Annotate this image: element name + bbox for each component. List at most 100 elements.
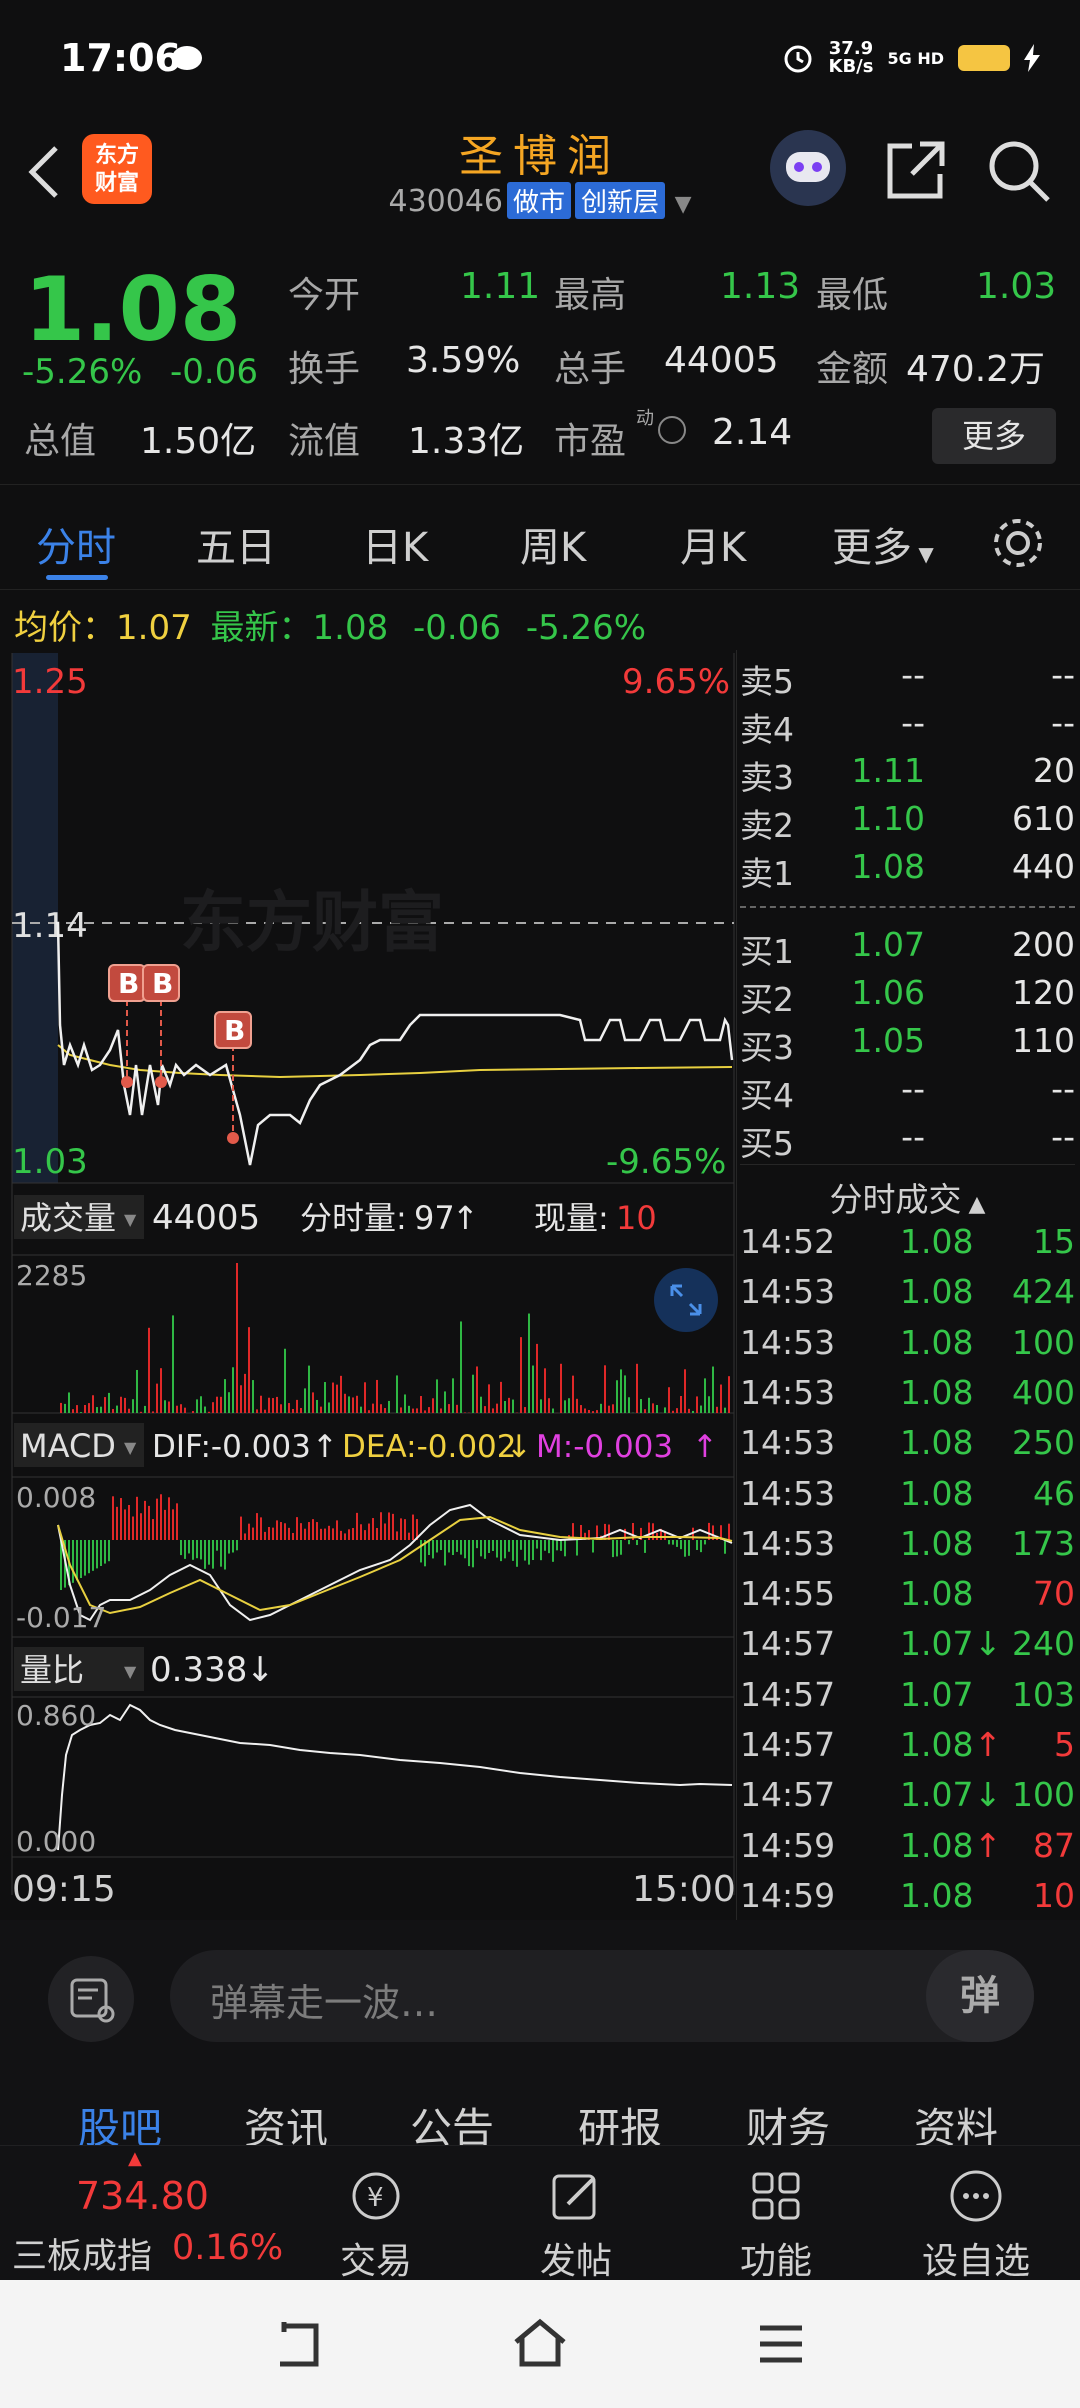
settings-gear-icon[interactable] (990, 515, 1046, 571)
edit-post-icon (552, 2174, 596, 2220)
macd-bar (308, 1522, 310, 1540)
volume-bar (64, 1403, 66, 1413)
macd-bar (164, 1509, 166, 1540)
tick-row: 14:53 1.08 400 (740, 1373, 1075, 1423)
status-time: 17:06 (60, 36, 181, 80)
macd-bar (180, 1540, 182, 1556)
svg-text:B: B (118, 967, 139, 1000)
bid-row[interactable]: 买2 1.06 120 (740, 973, 1075, 1019)
ask-row[interactable]: 卖5 -- -- (740, 655, 1075, 701)
bid-row[interactable]: 买5 -- -- (740, 1117, 1075, 1163)
buy-marker[interactable]: B (108, 964, 146, 1002)
volume-bar (176, 1405, 178, 1413)
tick-time: 14:53 (740, 1272, 836, 1312)
ask-row[interactable]: 卖4 -- -- (740, 703, 1075, 749)
tab-intraday[interactable]: 分时 (36, 515, 116, 573)
nav-trade[interactable]: ¥ 交易 (306, 2146, 446, 2282)
system-home-icon[interactable] (510, 2316, 570, 2370)
book-price: 1.10 (851, 799, 925, 838)
volume-bar (524, 1407, 526, 1413)
macd-bar (316, 1522, 318, 1540)
grid-functions-icon (752, 2172, 800, 2220)
macd-bar (380, 1512, 382, 1540)
dropdown-icon[interactable]: ▼ (675, 192, 692, 217)
tick-row: 14:57 1.07 ↓ 240 (740, 1624, 1075, 1674)
volume-bar (644, 1409, 646, 1413)
macd-bar (252, 1527, 254, 1540)
book-level-label: 卖3 (740, 758, 794, 797)
book-volume: 120 (1012, 973, 1075, 1012)
macd-bar (396, 1531, 398, 1540)
amount-label: 金额 (816, 349, 889, 390)
tab-monthly-k[interactable]: 月K (680, 515, 746, 573)
macd-bar (484, 1540, 486, 1559)
ask-row[interactable]: 卖3 1.11 20 (740, 751, 1075, 797)
macd-bar (576, 1540, 578, 1556)
assistant-robot-icon[interactable] (770, 130, 846, 206)
intraday-chart[interactable]: 东方财富 1.25 9.65% 1.14 1.03 -9.65% B B B 成… (0, 645, 735, 1920)
volume-bar (500, 1381, 502, 1413)
note-settings-icon[interactable] (48, 1956, 134, 2042)
tick-price: 1.08 (900, 1574, 974, 1614)
share-icon[interactable] (884, 138, 948, 202)
ticks-header[interactable]: 分时成交 ▲ (740, 1164, 1075, 1219)
bid-row[interactable]: 买3 1.05 110 (740, 1021, 1075, 1067)
ratio-value: 0.338 (150, 1650, 247, 1690)
tick-price: 1.07 (900, 1624, 974, 1664)
bid-row[interactable]: 买4 -- -- (740, 1069, 1075, 1115)
tick-price: 1.08 (900, 1272, 974, 1312)
book-volume: -- (1051, 703, 1075, 742)
svg-text:↑: ↑ (452, 1199, 479, 1237)
volume-bar (324, 1382, 326, 1413)
ask-row[interactable]: 卖2 1.10 610 (740, 799, 1075, 845)
volume-bar (192, 1411, 194, 1413)
nav-add-watchlist[interactable]: 设自选 (906, 2146, 1046, 2282)
book-level-label: 卖1 (740, 854, 794, 893)
volume-bar (512, 1399, 514, 1413)
tick-volume: 240 (1012, 1624, 1075, 1664)
book-volume: 20 (1033, 751, 1075, 790)
macd-bar (672, 1540, 674, 1545)
tab-5day[interactable]: 五日 (196, 515, 276, 573)
svg-text:¥: ¥ (367, 2183, 384, 2213)
open-value: 1.11 (460, 266, 541, 307)
volume-bar (320, 1406, 322, 1413)
low-label: 最低 (816, 275, 889, 316)
danmu-toggle-button[interactable]: 弹 (926, 1950, 1034, 2042)
expand-chart-icon[interactable] (654, 1268, 718, 1332)
tab-daily-k[interactable]: 日K (362, 515, 428, 573)
status-bar: 17:06 37.9 KB/s 5G HD (0, 0, 1080, 120)
danmu-input[interactable]: 弹幕走一波… 弹 (170, 1950, 1034, 2042)
nav-post[interactable]: 发帖 (506, 2146, 646, 2282)
bid-row[interactable]: 买1 1.07 200 (740, 925, 1075, 971)
macd-dea: DEA:-0.002 (342, 1429, 517, 1465)
search-icon[interactable] (986, 138, 1052, 204)
system-menu-icon[interactable] (756, 2322, 806, 2366)
volume-bar (688, 1408, 690, 1413)
index-ticker[interactable]: ▲ 734.80 三板成指 0.16% (0, 2146, 300, 2281)
more-button[interactable]: 更多 (932, 408, 1056, 464)
charging-icon (1024, 44, 1040, 72)
macd-bar (320, 1528, 322, 1540)
volume-bar (576, 1398, 578, 1413)
mktcap-label: 总值 (24, 421, 97, 462)
volume-bar (708, 1396, 710, 1413)
tick-row: 14:53 1.08 250 (740, 1423, 1075, 1473)
volume-bar (288, 1403, 290, 1413)
buy-marker[interactable]: B (214, 1011, 252, 1049)
system-back-icon[interactable] (270, 2320, 324, 2370)
volume-bar (700, 1405, 702, 1413)
ask-row[interactable]: 卖1 1.08 440 (740, 847, 1075, 893)
volume-bar (440, 1408, 442, 1413)
volume-bar (404, 1394, 406, 1413)
pe-info-icon[interactable] (658, 416, 686, 444)
tab-more[interactable]: 更多 ▼ (832, 515, 934, 573)
tab-weekly-k[interactable]: 周K (520, 515, 586, 573)
tick-volume: 70 (1033, 1574, 1075, 1614)
bottom-nav: ▲ 734.80 三板成指 0.16% ¥ 交易 发帖 功能 设自选 (0, 2145, 1080, 2282)
macd-bar (356, 1512, 358, 1540)
tick-time: 14:53 (740, 1473, 836, 1513)
buy-marker[interactable]: B (142, 964, 180, 1002)
nav-functions[interactable]: 功能 (706, 2146, 846, 2282)
avg-latest-line: 均价：1.07 最新：1.08 -0.06 -5.26% (14, 608, 647, 648)
